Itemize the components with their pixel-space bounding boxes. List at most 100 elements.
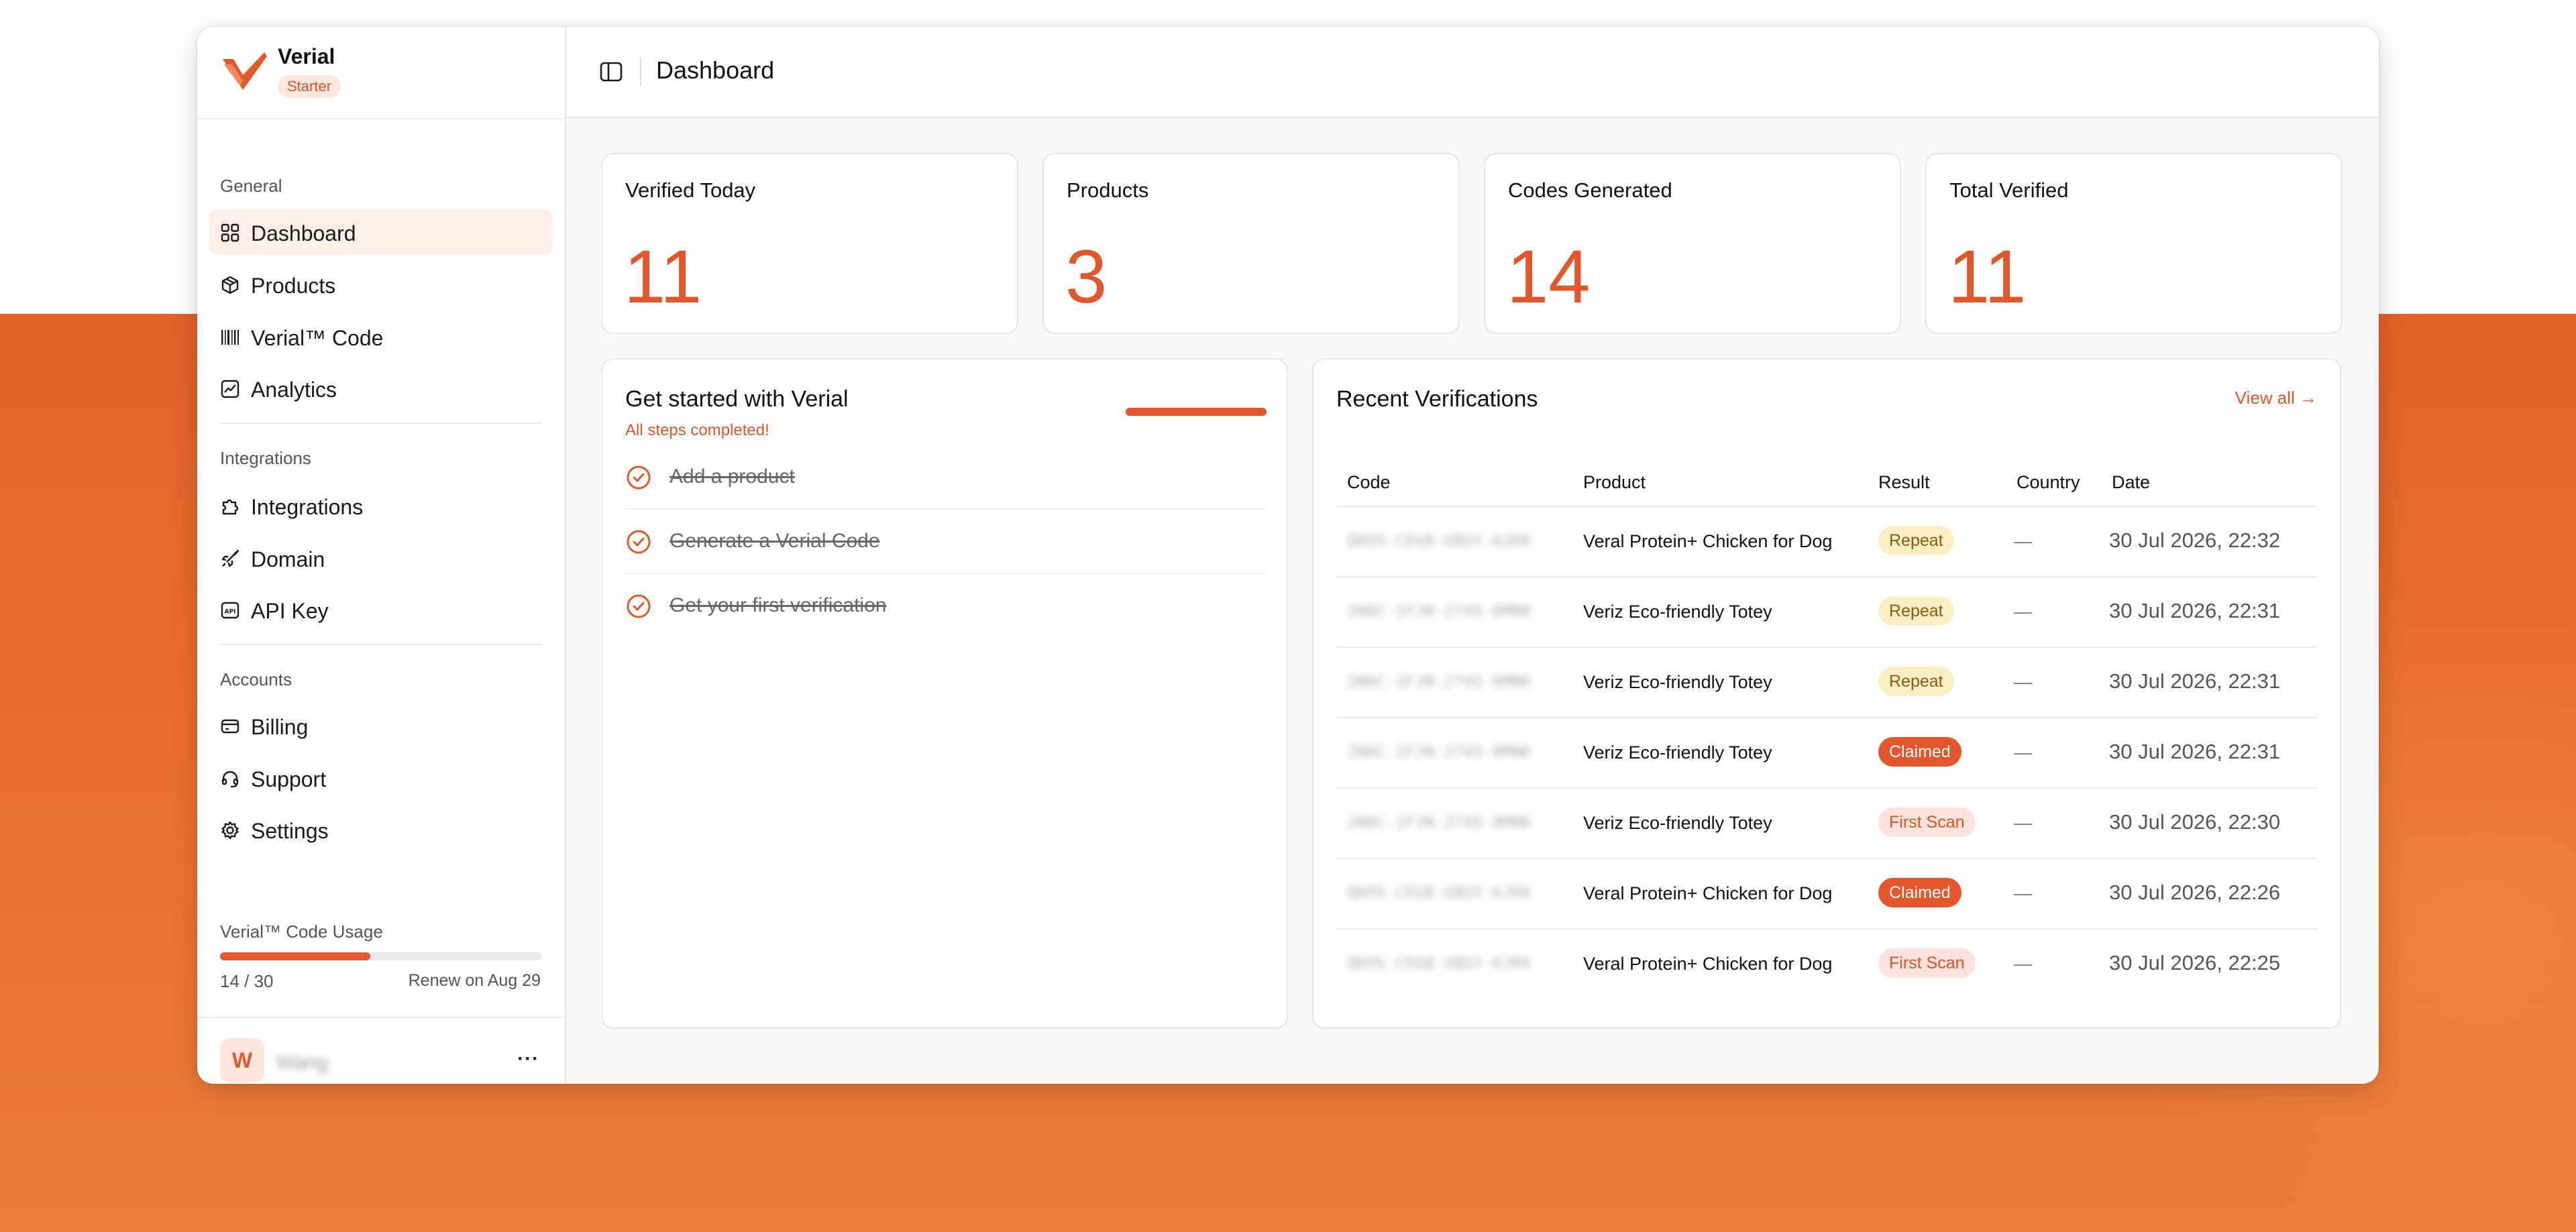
brand-header[interactable]: Verial Starter	[197, 27, 565, 119]
stat-value: 3	[1065, 235, 1108, 319]
result-badge: Repeat	[1878, 667, 1954, 696]
verification-code: 2N6C-1FJN-2745-0MNK	[1347, 602, 1532, 620]
sidebar-divider	[220, 423, 542, 424]
sidebar-item-label: Settings	[251, 819, 329, 843]
product-name: Veral Protein+ Chicken for Dog	[1583, 954, 1833, 974]
section-label-accounts: Accounts	[220, 669, 292, 689]
stat-card-products: Products 3	[1042, 153, 1460, 334]
step-label: Add a product	[669, 465, 795, 488]
table-row[interactable]: QKOS-CEG8-U8GY-6JKK Veral Protein+ Chicke…	[1336, 506, 2317, 576]
verification-code: QKOS-CEG8-U8GY-6JKK	[1347, 883, 1532, 902]
gear-icon	[221, 821, 239, 840]
stat-value: 11	[624, 235, 702, 319]
user-profile-row[interactable]: W Wang ···	[197, 1017, 565, 1084]
table-row[interactable]: 2N6C-1FJN-2745-0MNK Veriz Eco-friendly To…	[1336, 717, 2317, 787]
puzzle-icon	[222, 499, 239, 515]
step-label: Get your first verification	[669, 594, 887, 616]
product-name: Veriz Eco-friendly Totey	[1583, 602, 1772, 622]
date-value: 30 Jul 2026, 22:30	[2109, 810, 2281, 834]
recent-verifications-title: Recent Verifications	[1336, 386, 1538, 412]
dashboard-grid-icon	[221, 223, 239, 242]
getting-started-progress	[1126, 408, 1267, 416]
sidebar-item-integrations[interactable]: Integrations	[209, 483, 553, 528]
headset-icon	[221, 771, 239, 788]
user-name: Wang	[276, 1052, 329, 1074]
more-options-icon[interactable]: ···	[517, 1048, 539, 1070]
getting-started-panel: Get started with Verial All steps comple…	[601, 358, 1288, 1029]
verification-code: 2N6C-1FJN-2745-0MNK	[1347, 813, 1532, 832]
section-label-integrations: Integrations	[220, 448, 311, 468]
app-window: Verial Starter General Dashboard Product…	[197, 27, 2379, 1084]
country-value: —	[2014, 742, 2032, 763]
sidebar-item-support[interactable]: Support	[209, 755, 553, 801]
date-value: 30 Jul 2026, 22:31	[2109, 669, 2281, 693]
date-value: 30 Jul 2026, 22:32	[2109, 528, 2281, 552]
app-name: Verial	[278, 44, 335, 68]
stat-label: Total Verified	[1949, 178, 2069, 202]
country-value: —	[2014, 813, 2032, 833]
barcode-icon	[221, 330, 239, 345]
topbar: Dashboard	[566, 27, 2379, 118]
result-badge: Claimed	[1878, 878, 1962, 907]
sidebar-toggle-icon[interactable]	[600, 62, 623, 82]
rocket-icon	[221, 549, 239, 567]
verification-code: 2N6C-1FJN-2745-0MNK	[1347, 672, 1532, 691]
check-circle-icon	[627, 465, 651, 490]
code-usage-fill	[220, 952, 370, 960]
sidebar-item-settings[interactable]: Settings	[209, 807, 553, 852]
sidebar-item-verial-code[interactable]: Verial™ Code	[209, 314, 553, 359]
column-header-country: Country	[2017, 472, 2080, 492]
step-first-verification[interactable]: Get your first verification	[625, 574, 1267, 638]
step-generate-code[interactable]: Generate a Verial Code	[625, 510, 1267, 574]
country-value: —	[2014, 602, 2032, 622]
product-name: Veral Protein+ Chicken for Dog	[1583, 531, 1833, 551]
sidebar-item-domain[interactable]: Domain	[209, 535, 553, 581]
result-badge: First Scan	[1878, 807, 1976, 837]
table-row[interactable]: 2N6C-1FJN-2745-0MNK Veriz Eco-friendly To…	[1336, 576, 2317, 647]
code-usage-count: 14 / 30	[220, 971, 274, 991]
table-row[interactable]: QKOS-CEG8-U8GY-6JKK Veral Protein+ Chicke…	[1336, 928, 2317, 999]
verification-code: QKOS-CEG8-U8GY-6JKK	[1347, 954, 1532, 972]
sidebar-item-label: API Key	[251, 599, 329, 623]
plan-badge: Starter	[278, 75, 341, 98]
table-row[interactable]: QKOS-CEG8-U8GY-6JKK Veral Protein+ Chicke…	[1336, 858, 2317, 928]
stat-label: Codes Generated	[1508, 178, 1672, 202]
step-add-product[interactable]: Add a product	[625, 445, 1267, 510]
sidebar-item-label: Analytics	[251, 378, 337, 402]
table-row[interactable]: 2N6C-1FJN-2745-0MNK Veriz Eco-friendly To…	[1336, 787, 2317, 858]
sidebar-item-label: Verial™ Code	[251, 326, 384, 350]
sidebar-item-label: Products	[251, 274, 336, 298]
code-usage-label: Verial™ Code Usage	[220, 921, 383, 942]
sidebar-item-label: Integrations	[251, 495, 364, 519]
column-header-product: Product	[1583, 472, 1646, 492]
code-usage-bar	[220, 952, 542, 960]
sidebar-item-analytics[interactable]: Analytics	[209, 366, 553, 411]
sidebar-item-label: Dashboard	[251, 221, 356, 245]
column-header-result: Result	[1878, 472, 1930, 492]
column-header-date: Date	[2112, 472, 2151, 492]
table-row[interactable]: 2N6C-1FJN-2745-0MNK Veriz Eco-friendly To…	[1336, 647, 2317, 717]
sidebar-item-billing[interactable]: Billing	[209, 703, 553, 748]
result-badge: First Scan	[1878, 948, 1976, 978]
sidebar-item-api-key[interactable]: API API Key	[209, 587, 553, 632]
view-all-link[interactable]: View all →	[2235, 388, 2317, 408]
product-name: Veriz Eco-friendly Totey	[1583, 813, 1772, 833]
stat-label: Products	[1067, 178, 1149, 202]
getting-started-title: Get started with Verial	[625, 386, 849, 412]
sidebar-item-products[interactable]: Products	[209, 262, 553, 307]
topbar-separator	[640, 58, 641, 86]
result-badge: Repeat	[1878, 526, 1954, 555]
country-value: —	[2014, 672, 2032, 692]
getting-started-status: All steps completed!	[625, 421, 769, 439]
sidebar-item-label: Billing	[251, 715, 309, 739]
sidebar-divider	[220, 644, 542, 645]
verial-logo-icon	[223, 52, 267, 90]
chart-icon	[221, 380, 239, 398]
date-value: 30 Jul 2026, 22:26	[2109, 881, 2281, 904]
sidebar-item-dashboard[interactable]: Dashboard	[209, 209, 553, 255]
stat-card-total-verified: Total Verified 11	[1925, 153, 2343, 334]
column-header-code: Code	[1347, 472, 1391, 492]
check-circle-icon	[627, 594, 651, 618]
product-name: Veriz Eco-friendly Totey	[1583, 742, 1772, 763]
code-usage-renew: Renew on Aug 29	[408, 971, 541, 990]
